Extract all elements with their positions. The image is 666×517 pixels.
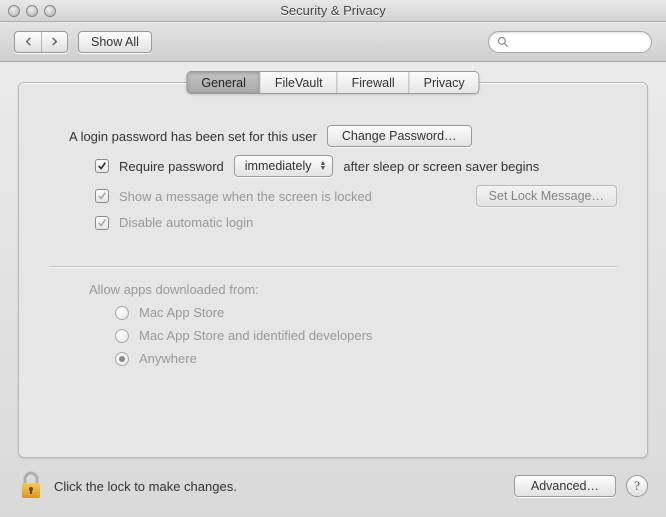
minimize-window-button[interactable] — [26, 5, 38, 17]
show-all-button[interactable]: Show All — [78, 31, 152, 53]
lock-message: Click the lock to make changes. — [54, 479, 237, 494]
titlebar: Security & Privacy — [0, 0, 666, 22]
search-input[interactable] — [514, 35, 643, 49]
tab-privacy[interactable]: Privacy — [409, 72, 479, 93]
tab-bar: General FileVault Firewall Privacy — [186, 71, 479, 94]
close-window-button[interactable] — [8, 5, 20, 17]
toolbar: Show All — [0, 22, 666, 62]
show-lock-message-checkbox — [95, 189, 109, 203]
check-icon — [97, 191, 107, 201]
disable-auto-login-checkbox — [95, 216, 109, 230]
lock-button[interactable] — [18, 471, 44, 501]
require-password-label: Require password — [119, 159, 224, 174]
tab-general[interactable]: General — [187, 72, 259, 93]
check-icon — [97, 218, 107, 228]
allow-apps-heading: Allow apps downloaded from: — [89, 282, 617, 297]
require-password-suffix: after sleep or screen saver begins — [343, 159, 539, 174]
zoom-window-button[interactable] — [44, 5, 56, 17]
disable-auto-login-label: Disable automatic login — [119, 215, 253, 230]
require-password-checkbox[interactable] — [95, 159, 109, 173]
require-password-delay-popup[interactable]: immediately ▲▼ — [234, 155, 334, 177]
password-status-text: A login password has been set for this u… — [69, 129, 317, 144]
forward-button[interactable] — [41, 32, 67, 52]
tab-filevault[interactable]: FileVault — [260, 72, 337, 93]
chevron-left-icon — [24, 37, 33, 46]
radio-identified-developers — [115, 329, 129, 343]
help-button[interactable]: ? — [626, 475, 648, 497]
radio-anywhere-label: Anywhere — [139, 351, 197, 366]
window-title: Security & Privacy — [0, 3, 666, 18]
change-password-button[interactable]: Change Password… — [327, 125, 472, 147]
back-button[interactable] — [15, 32, 41, 52]
search-field[interactable] — [488, 31, 652, 53]
radio-identified-developers-label: Mac App Store and identified developers — [139, 328, 372, 343]
lock-icon — [18, 471, 44, 501]
chevron-right-icon — [50, 37, 59, 46]
footer: Click the lock to make changes. Advanced… — [0, 471, 666, 517]
preferences-panel: General FileVault Firewall Privacy A log… — [18, 82, 648, 458]
radio-anywhere — [115, 352, 129, 366]
nav-back-forward — [14, 31, 68, 53]
show-lock-message-label: Show a message when the screen is locked — [119, 189, 372, 204]
window-controls — [0, 5, 56, 17]
set-lock-message-button: Set Lock Message… — [476, 185, 617, 207]
search-icon — [497, 36, 509, 48]
tab-firewall[interactable]: Firewall — [337, 72, 409, 93]
radio-mac-app-store — [115, 306, 129, 320]
radio-mac-app-store-label: Mac App Store — [139, 305, 224, 320]
check-icon — [97, 161, 107, 171]
advanced-button[interactable]: Advanced… — [514, 475, 616, 497]
stepper-arrows-icon: ▲▼ — [319, 161, 326, 171]
